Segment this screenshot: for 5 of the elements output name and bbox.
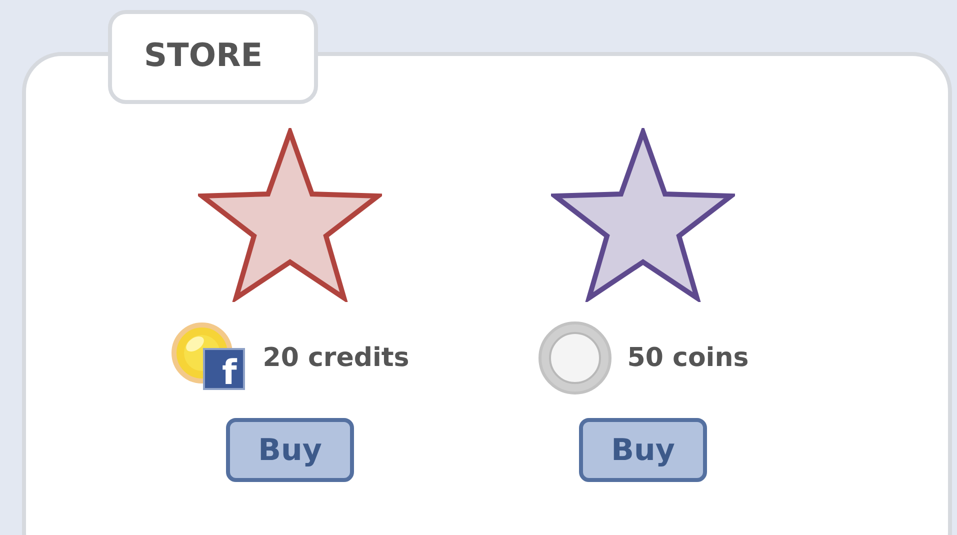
coin-icon [537,320,614,396]
buy-button[interactable]: Buy [226,418,354,482]
price-label: 20 credits [262,343,410,373]
price-label: 50 coins [627,343,749,373]
buy-button[interactable]: Buy [579,418,707,482]
